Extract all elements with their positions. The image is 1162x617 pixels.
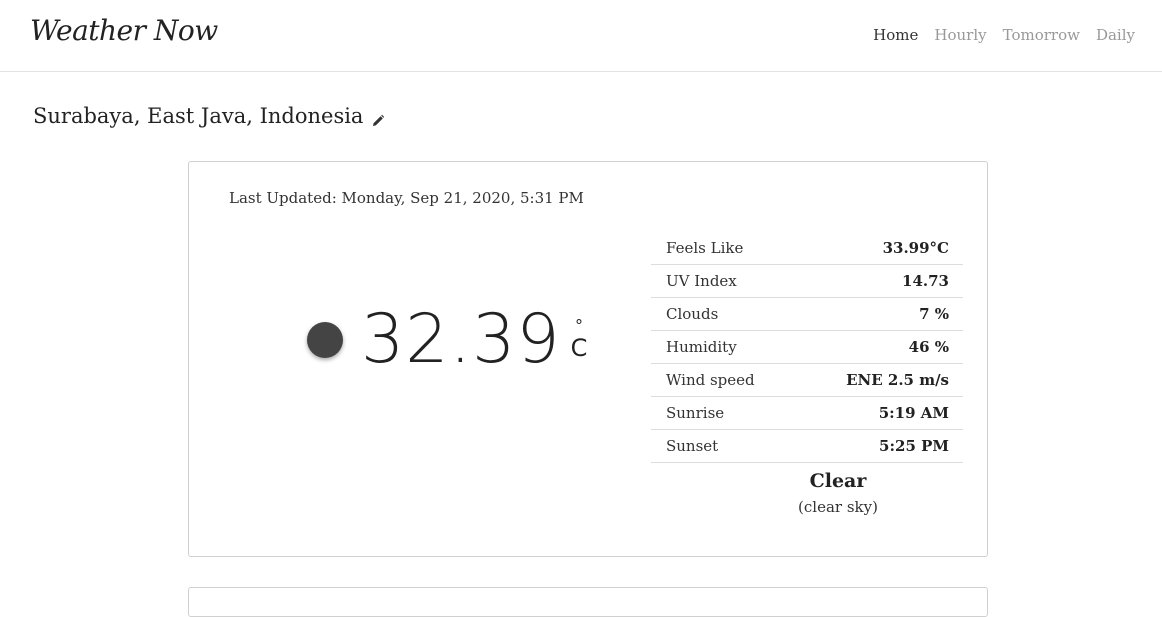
last-updated: Last Updated: Monday, Sep 21, 2020, 5:31… xyxy=(229,189,584,207)
unit-letter: C xyxy=(570,333,588,362)
detail-value: 33.99°C xyxy=(882,239,949,257)
nav-hourly[interactable]: Hourly xyxy=(934,26,986,44)
detail-label: Humidity xyxy=(666,338,737,356)
detail-label: Clouds xyxy=(666,305,719,323)
brand-logo[interactable]: Weather Now xyxy=(30,14,218,47)
detail-label: Sunset xyxy=(666,437,719,455)
navbar: Weather Now Home Hourly Tomorrow Daily xyxy=(0,0,1162,72)
weather-condition: Clear (clear sky) xyxy=(651,470,1025,516)
detail-value: 5:19 AM xyxy=(878,404,949,422)
detail-row-sunrise: Sunrise 5:19 AM xyxy=(651,397,963,430)
detail-row-humidity: Humidity 46 % xyxy=(651,331,963,364)
condition-main: Clear xyxy=(809,470,867,492)
detail-row-feels-like: Feels Like 33.99°C xyxy=(651,232,963,265)
detail-value: 46 % xyxy=(908,338,949,356)
nav-daily[interactable]: Daily xyxy=(1096,26,1135,44)
detail-value: ENE 2.5 m/s xyxy=(846,371,949,389)
detail-label: Feels Like xyxy=(666,239,744,257)
location-heading: Surabaya, East Java, Indonesia xyxy=(33,104,385,128)
pencil-icon[interactable] xyxy=(371,109,385,126)
detail-label: Wind speed xyxy=(666,371,755,389)
temperature-value: 32.39 xyxy=(361,300,561,379)
clear-sky-icon xyxy=(307,321,343,358)
detail-label: Sunrise xyxy=(666,404,725,422)
detail-value: 5:25 PM xyxy=(879,437,949,455)
detail-value: 7 % xyxy=(919,305,949,323)
degree-symbol: ° xyxy=(575,315,584,335)
detail-row-uv-index: UV Index 14.73 xyxy=(651,265,963,298)
weather-details-table: Feels Like 33.99°C UV Index 14.73 Clouds… xyxy=(651,232,963,463)
detail-row-sunset: Sunset 5:25 PM xyxy=(651,430,963,463)
nav-tomorrow[interactable]: Tomorrow xyxy=(1003,26,1080,44)
nav-menu: Home Hourly Tomorrow Daily xyxy=(873,26,1135,44)
detail-label: UV Index xyxy=(666,272,737,290)
next-card xyxy=(188,587,988,617)
detail-row-wind-speed: Wind speed ENE 2.5 m/s xyxy=(651,364,963,397)
temperature-block: 32.39 ° C xyxy=(307,300,587,379)
temperature-unit: ° C xyxy=(570,315,588,362)
condition-description: (clear sky) xyxy=(798,498,878,516)
detail-row-clouds: Clouds 7 % xyxy=(651,298,963,331)
current-weather-card: Last Updated: Monday, Sep 21, 2020, 5:31… xyxy=(188,161,988,557)
location-name: Surabaya, East Java, Indonesia xyxy=(33,104,364,128)
nav-home[interactable]: Home xyxy=(873,26,918,44)
detail-value: 14.73 xyxy=(902,272,949,290)
